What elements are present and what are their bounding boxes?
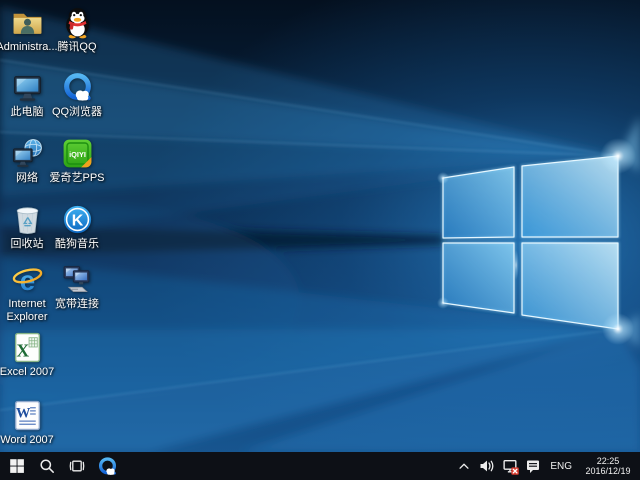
desktop-icon-iqiyi-pps[interactable]: iQIYI 爱奇艺PPS — [41, 136, 113, 185]
taskbar-qq-browser-button[interactable] — [92, 452, 122, 480]
desktop-icon-label: 腾讯QQ — [41, 41, 113, 54]
qq-browser-icon — [97, 456, 118, 477]
network-disconnected-icon — [502, 458, 519, 475]
clock-time: 22:25 — [582, 456, 634, 466]
search-button[interactable] — [32, 452, 62, 480]
excel-x-glyph: X — [16, 340, 29, 360]
kugou-k-glyph: K — [71, 212, 83, 229]
task-view-button[interactable] — [62, 452, 92, 480]
desktop-icon-word-2007[interactable]: W Word 2007 — [0, 398, 63, 447]
desktop-icon-label: 酷狗音乐 — [41, 238, 113, 251]
windows-start-icon — [9, 458, 25, 474]
excel-document-icon: X — [11, 330, 44, 364]
task-view-icon — [69, 458, 85, 474]
user-folder-icon — [11, 5, 44, 39]
tray-overflow-button[interactable] — [455, 457, 473, 475]
search-icon — [39, 458, 55, 474]
taskbar: ENG 22:25 2016/12/19 — [0, 452, 640, 480]
internet-explorer-icon: e — [11, 262, 44, 296]
action-center-button[interactable] — [524, 457, 542, 475]
desktop-icon-kugou-music[interactable]: K 酷狗音乐 — [41, 202, 113, 251]
taskbar-left-group — [0, 452, 122, 480]
kugou-music-icon: K — [61, 202, 94, 236]
clock-date: 2016/12/19 — [582, 466, 634, 476]
desktop-icon-tencent-qq[interactable]: 腾讯QQ — [41, 5, 113, 54]
word-w-glyph: W — [15, 406, 30, 422]
qq-penguin-icon — [61, 5, 94, 39]
desktop-icon-broadband[interactable]: 宽带连接 — [41, 262, 113, 311]
volume-icon — [479, 458, 495, 474]
taskbar-clock[interactable]: 22:25 2016/12/19 — [580, 456, 636, 476]
word-document-icon: W — [11, 398, 44, 432]
desktop-icon-label: Word 2007 — [0, 434, 63, 447]
iqiyi-icon: iQIYI — [61, 136, 94, 170]
network-status-button[interactable] — [501, 457, 519, 475]
recycle-bin-icon — [11, 202, 44, 236]
language-indicator[interactable]: ENG — [547, 461, 575, 472]
desktop-icon-label: 宽带连接 — [41, 298, 113, 311]
windows-desktop: Administra... 腾讯QQ — [0, 0, 640, 480]
chevron-up-icon — [457, 459, 471, 473]
desktop-icon-label: QQ浏览器 — [41, 106, 113, 119]
system-tray: ENG 22:25 2016/12/19 — [455, 452, 640, 480]
desktop-icon-label: 爱奇艺PPS — [41, 172, 113, 185]
qq-browser-icon — [61, 70, 94, 104]
broadband-connection-icon — [61, 262, 94, 296]
desktop-icon-label: Excel 2007 — [0, 366, 63, 379]
start-button[interactable] — [2, 452, 32, 480]
desktop-icon-qq-browser[interactable]: QQ浏览器 — [41, 70, 113, 119]
volume-button[interactable] — [478, 457, 496, 475]
action-center-icon — [525, 458, 541, 474]
network-globe-monitor-icon — [11, 136, 44, 170]
iqiyi-wordmark: iQIYI — [69, 150, 86, 159]
desktop-icon-excel-2007[interactable]: X Excel 2007 — [0, 330, 63, 379]
computer-monitor-icon — [11, 70, 44, 104]
